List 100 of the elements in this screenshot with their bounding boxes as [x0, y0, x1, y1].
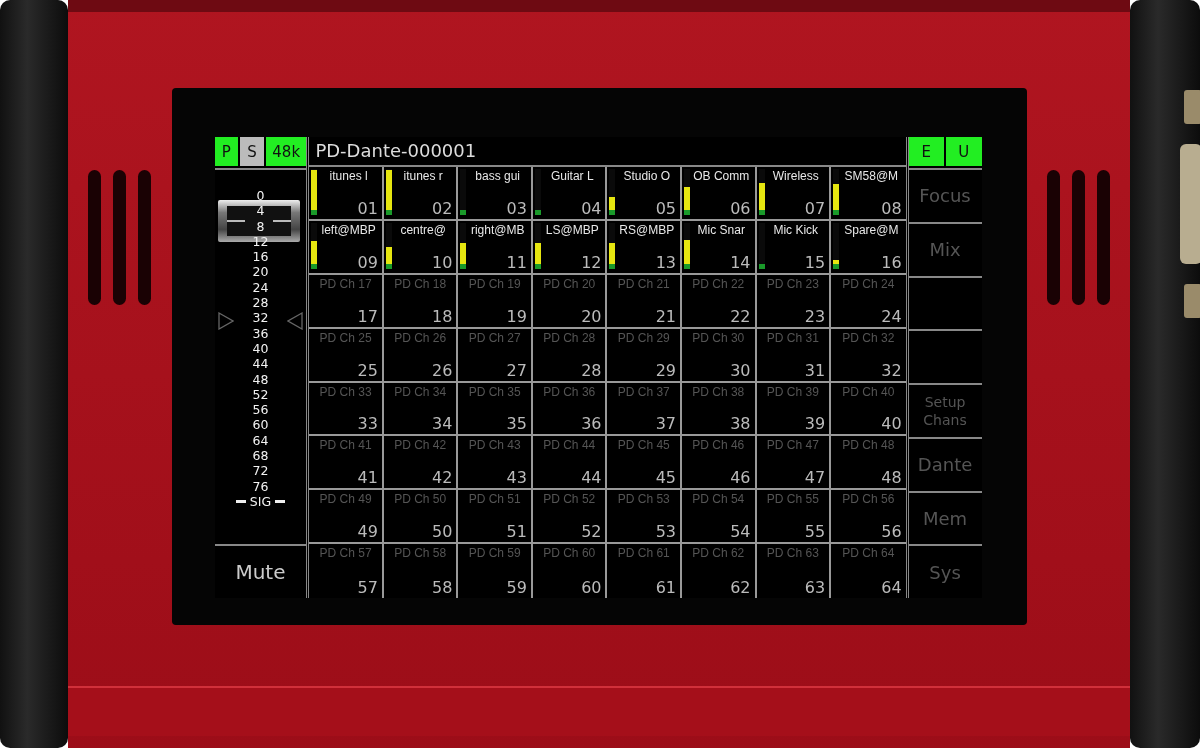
channel-tile[interactable]: PD Ch 49 49: [309, 490, 384, 545]
mode-button[interactable]: E: [908, 137, 945, 166]
channel-tile[interactable]: SM58@M 08: [831, 167, 906, 221]
channel-tile[interactable]: itunes r 02: [383, 167, 459, 221]
channel-tile[interactable]: PD Ch 31 31: [756, 328, 832, 383]
channel-tile[interactable]: PD Ch 17 17: [309, 274, 384, 329]
channel-tile[interactable]: PD Ch 43 43: [458, 436, 533, 491]
channel-tile[interactable]: Mic Kick 15: [756, 220, 832, 275]
channel-tile[interactable]: PD Ch 21 21: [607, 274, 682, 329]
channel-tile[interactable]: PD Ch 63 63: [756, 544, 832, 598]
channel-name: PD Ch 42: [393, 438, 448, 453]
scale-label: 0: [256, 188, 265, 204]
scale-label: 20: [252, 264, 269, 280]
channel-name: PD Ch 31: [765, 330, 820, 345]
channel-tile[interactable]: Guitar L 04: [532, 167, 608, 221]
channel-tile[interactable]: PD Ch 34 34: [383, 382, 459, 437]
channel-number: 07: [804, 198, 826, 218]
channel-tile[interactable]: Mic Snar 14: [682, 220, 757, 275]
channel-tile[interactable]: PD Ch 46 46: [682, 436, 757, 491]
channel-tile[interactable]: PD Ch 56 56: [831, 490, 906, 545]
status-button[interactable]: 48k: [266, 137, 307, 166]
channel-tile[interactable]: PD Ch 40 40: [831, 382, 906, 437]
channel-tile[interactable]: centre@ 10: [383, 220, 459, 275]
channel-tile[interactable]: PD Ch 44 44: [532, 436, 608, 491]
channel-tile[interactable]: PD Ch 36 36: [532, 382, 608, 437]
channel-number: 34: [432, 414, 453, 434]
channel-tile[interactable]: PD Ch 57 57: [309, 544, 384, 598]
channel-tile[interactable]: PD Ch 30 30: [682, 328, 757, 383]
scale-label: 56: [252, 402, 269, 418]
channel-number: 42: [432, 468, 453, 488]
scale-label: 44: [252, 356, 269, 372]
channel-tile[interactable]: PD Ch 19 19: [458, 274, 533, 329]
channel-tile[interactable]: PD Ch 29 29: [607, 328, 682, 383]
channel-tile[interactable]: PD Ch 35 35: [458, 382, 533, 437]
channel-tile[interactable]: PD Ch 45 45: [607, 436, 682, 491]
channel-tile[interactable]: PD Ch 50 50: [383, 490, 459, 545]
channel-number: 29: [655, 360, 676, 380]
channel-number: 22: [730, 306, 751, 326]
channel-tile[interactable]: PD Ch 28 28: [532, 328, 608, 383]
channel-tile[interactable]: PD Ch 39 39: [756, 382, 832, 437]
channel-number: 48: [881, 468, 902, 488]
channel-tile[interactable]: Studio O 05: [607, 167, 682, 221]
channel-tile[interactable]: PD Ch 25 25: [309, 328, 384, 383]
channel-name: PD Ch 56: [841, 492, 896, 507]
channel-tile[interactable]: itunes l 01: [309, 167, 384, 221]
channel-tile[interactable]: OB Comm 06: [682, 167, 757, 221]
status-button[interactable]: S: [240, 137, 264, 166]
channel-tile[interactable]: PD Ch 53 53: [607, 490, 682, 545]
channel-tile[interactable]: Wireless 07: [756, 167, 832, 221]
channel-number: 49: [357, 522, 378, 542]
channel-tile[interactable]: PD Ch 64 64: [831, 544, 906, 598]
channel-tile[interactable]: PD Ch 52 52: [532, 490, 608, 545]
channel-number: 21: [655, 306, 676, 326]
channel-tile[interactable]: PD Ch 62 62: [682, 544, 757, 598]
scale-label: 40: [252, 340, 269, 357]
channel-number: 38: [730, 414, 751, 434]
mode-button[interactable]: U: [946, 137, 982, 166]
scale-label: 72: [252, 463, 269, 479]
channel-tile[interactable]: PD Ch 26 26: [383, 328, 459, 383]
channel-tile[interactable]: PD Ch 18 18: [383, 274, 459, 329]
channel-tile[interactable]: PD Ch 20 20: [532, 274, 608, 329]
channel-tile[interactable]: PD Ch 27 27: [458, 328, 533, 383]
channel-tile[interactable]: left@MBP 09: [309, 220, 384, 275]
channel-tile[interactable]: PD Ch 60 60: [532, 544, 608, 598]
channel-tile[interactable]: right@MB 11: [458, 220, 533, 275]
channel-tile[interactable]: PD Ch 59 59: [458, 544, 533, 598]
channel-tile[interactable]: PD Ch 37 37: [607, 382, 682, 437]
channel-name: PD Ch 60: [542, 546, 597, 561]
channel-number: 33: [357, 414, 378, 434]
channel-tile[interactable]: PD Ch 54 54: [682, 490, 757, 545]
channel-name: PD Ch 41: [318, 438, 373, 453]
channel-tile[interactable]: PD Ch 58 58: [383, 544, 459, 598]
channel-tile[interactable]: PD Ch 48 48: [831, 436, 906, 491]
channel-tile[interactable]: PD Ch 23 23: [756, 274, 832, 329]
channel-tile[interactable]: PD Ch 47 47: [756, 436, 832, 491]
channel-tile[interactable]: PD Ch 51 51: [458, 490, 533, 545]
channel-name: PD Ch 23: [765, 276, 820, 291]
channel-tile[interactable]: LS@MBP 12: [532, 220, 608, 275]
scale-label: 28: [252, 295, 269, 311]
channel-name: PD Ch 35: [467, 384, 522, 399]
channel-tile[interactable]: RS@MBP 13: [607, 220, 682, 275]
channel-tile[interactable]: PD Ch 24 24: [831, 274, 906, 329]
channel-number: 20: [581, 306, 602, 326]
channel-tile[interactable]: bass gui 03: [458, 167, 533, 221]
channel-tile[interactable]: PD Ch 38 38: [682, 382, 757, 437]
channel-name: PD Ch 62: [691, 546, 746, 561]
scale-label: 64: [252, 432, 269, 449]
channel-tile[interactable]: PD Ch 22 22: [682, 274, 757, 329]
triangle-icon: [287, 312, 304, 330]
channel-tile[interactable]: PD Ch 33 33: [309, 382, 384, 437]
channel-number: 19: [506, 306, 527, 326]
channel-tile[interactable]: Spare@M 16: [831, 220, 906, 275]
channel-tile[interactable]: PD Ch 61 61: [607, 544, 682, 598]
channel-tile[interactable]: PD Ch 42 42: [383, 436, 459, 491]
channel-tile[interactable]: PD Ch 55 55: [756, 490, 832, 545]
scale-label: 32: [252, 310, 269, 326]
channel-name: Spare@M: [843, 222, 900, 237]
channel-tile[interactable]: PD Ch 41 41: [309, 436, 384, 491]
status-button[interactable]: P: [214, 137, 239, 166]
channel-tile[interactable]: PD Ch 32 32: [831, 328, 906, 383]
